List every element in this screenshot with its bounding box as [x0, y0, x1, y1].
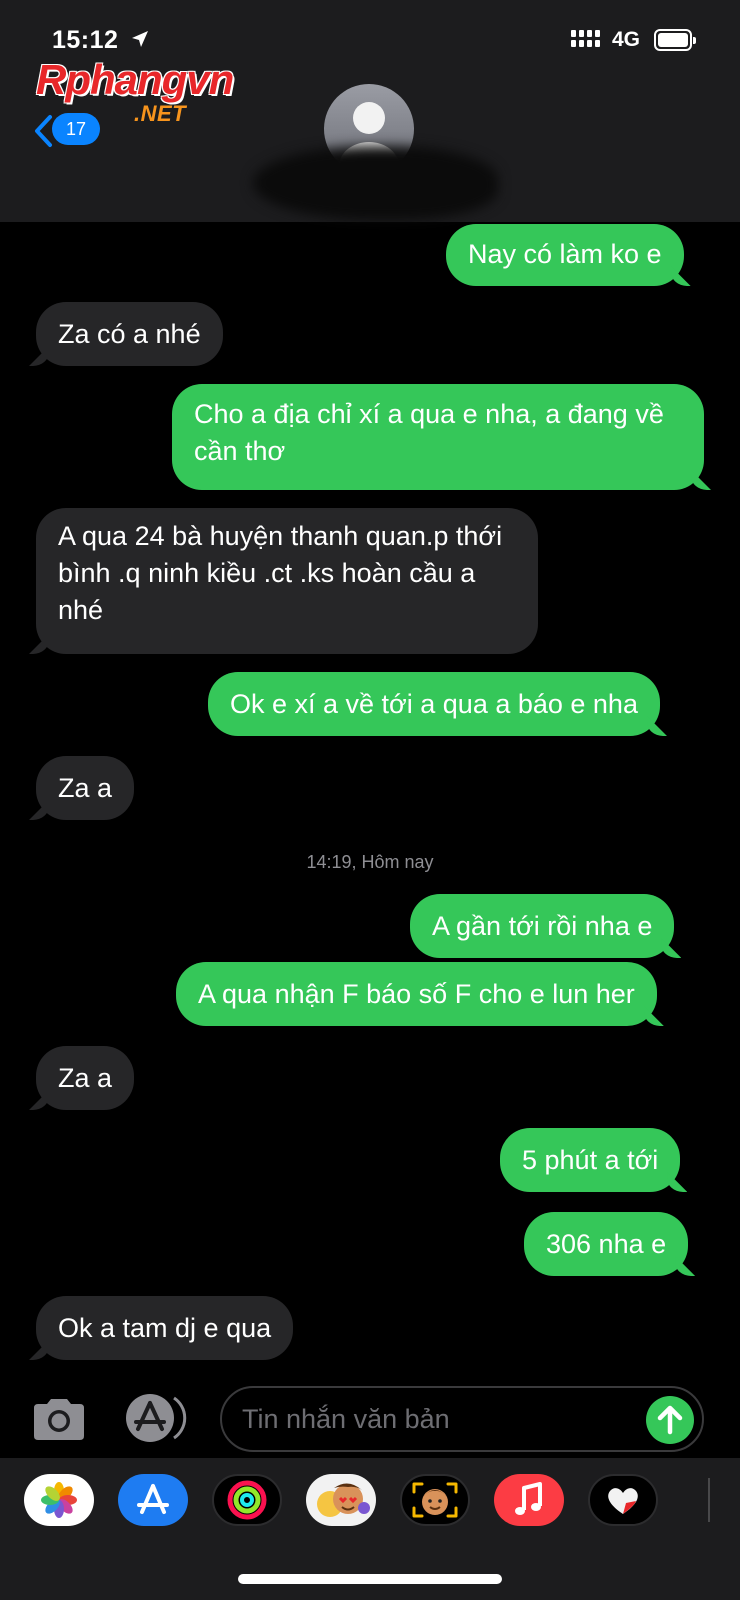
timestamp-divider: 14:19, Hôm nay: [306, 852, 434, 872]
camera-button[interactable]: [30, 1396, 88, 1442]
digital-touch-heart-icon: [608, 1488, 638, 1514]
conversation-header: 15:12 4G Rphangvn .NET 17: [0, 0, 740, 222]
camera-icon: [34, 1399, 84, 1440]
message-outgoing[interactable]: A gần tới rồi nha e: [410, 894, 675, 958]
photos-app-button[interactable]: [24, 1474, 94, 1526]
activity-app-button[interactable]: [212, 1474, 282, 1526]
send-button[interactable]: [646, 1396, 694, 1444]
watermark-logo-suffix: .NET: [134, 101, 187, 126]
message-outgoing[interactable]: 306 nha e: [524, 1212, 689, 1276]
activity-rings-icon: [227, 1480, 267, 1520]
watermark-logo: Rphangvn: [36, 56, 234, 103]
signal-dots-icon: [571, 30, 600, 47]
message-incoming[interactable]: Ok a tam dj e qua: [36, 1296, 294, 1360]
music-icon: [515, 1482, 542, 1515]
photos-icon: [41, 1482, 77, 1518]
music-app-button[interactable]: [494, 1474, 564, 1526]
message-outgoing[interactable]: A qua nhận F báo số F cho e lun her: [176, 962, 657, 1026]
unread-count-badge: 17: [52, 113, 100, 145]
drawer-divider: [708, 1478, 710, 1522]
memoji-stickers-icon: [317, 1483, 370, 1517]
app-store-button[interactable]: [124, 1392, 188, 1444]
message-outgoing[interactable]: 5 phút a tới: [500, 1128, 681, 1192]
message-outgoing[interactable]: Cho a địa chỉ xí a qua e nha, a đang về …: [172, 384, 704, 490]
message-input[interactable]: [242, 1396, 642, 1442]
back-button[interactable]: 17: [28, 110, 102, 150]
memoji-stickers-app-button[interactable]: [306, 1474, 376, 1526]
message-incoming[interactable]: Za a: [36, 1046, 135, 1110]
battery-icon: [654, 29, 696, 51]
network-type: 4G: [612, 28, 641, 51]
status-time: 15:12: [52, 26, 119, 54]
app-store-app-button[interactable]: [118, 1474, 188, 1526]
memoji-app-button[interactable]: [400, 1474, 470, 1526]
message-input-field[interactable]: [220, 1386, 704, 1452]
message-incoming[interactable]: Za a: [36, 756, 135, 820]
memoji-icon: [412, 1482, 458, 1518]
app-store-icon: [126, 1394, 187, 1442]
app-store-icon: [137, 1484, 169, 1514]
message-outgoing[interactable]: Nay có làm ko e: [446, 224, 684, 286]
digital-touch-app-button[interactable]: [588, 1474, 658, 1526]
home-indicator[interactable]: [238, 1574, 502, 1584]
location-arrow-icon: [132, 31, 148, 47]
message-outgoing[interactable]: Ok e xí a về tới a qua a báo e nha: [208, 672, 660, 736]
contact-name-redaction: [253, 146, 498, 220]
arrow-up-icon: [657, 1405, 683, 1435]
message-incoming[interactable]: Za có a nhé: [36, 302, 223, 366]
message-incoming[interactable]: A qua 24 bà huyện thanh quan.p thới bình…: [36, 508, 538, 654]
